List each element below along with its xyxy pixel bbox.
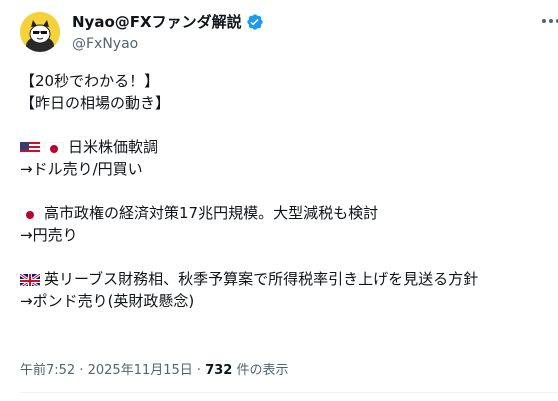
post-line: 【20秒でわかる！】 <box>20 72 160 90</box>
post-time[interactable]: 午前7:52 <box>20 363 75 378</box>
post-text: 【20秒でわかる！】 【昨日の相場の動き】 日米株価軟調 →ドル売り/円買い 高… <box>20 70 550 312</box>
post-line: →ドル売り/円買い <box>20 160 143 178</box>
views-label: 件の表示 <box>232 363 289 378</box>
post-line-with-flag: 高市政権の経済対策17兆円規模。大型減税も検討 <box>20 202 550 224</box>
author-handle[interactable]: @FxNyao <box>72 35 138 53</box>
uk-flag-icon <box>20 272 40 286</box>
post-line-with-flag: 英リーブス財務相、秋季予算案で所得税率引き上げを見送る方針 <box>20 268 550 290</box>
jp-flag-icon <box>44 140 64 154</box>
divider <box>20 392 558 393</box>
jp-flag-icon <box>20 206 40 220</box>
post-line: 英リーブス財務相、秋季予算案で所得税率引き上げを見送る方針 <box>44 270 479 288</box>
author-display-name[interactable]: Nyao@FXファンダ解説 <box>72 12 242 32</box>
views-count: 732 <box>205 363 233 378</box>
us-flag-icon <box>20 140 40 154</box>
meta-separator: · <box>192 363 206 378</box>
post-line: 高市政権の経済対策17兆円規模。大型減税も検討 <box>44 204 379 222</box>
post-line: →ポンド売り(英財政懸念) <box>20 292 195 310</box>
meta-separator: · <box>75 363 88 378</box>
post-line: 【昨日の相場の動き】 <box>20 94 171 112</box>
avatar[interactable] <box>20 12 60 52</box>
author-name-row: Nyao@FXファンダ解説 <box>72 12 264 32</box>
post-meta: 午前7:52 · 2025年11月15日 · 732 件の表示 <box>20 362 288 380</box>
verified-badge-icon <box>246 13 264 31</box>
post-line: →円売り <box>20 226 78 244</box>
post-line: 日米株価軟調 <box>68 138 159 156</box>
post-date[interactable]: 2025年11月15日 <box>88 363 193 378</box>
more-icon[interactable] <box>540 10 558 32</box>
post-line-with-flags: 日米株価軟調 <box>20 136 550 158</box>
